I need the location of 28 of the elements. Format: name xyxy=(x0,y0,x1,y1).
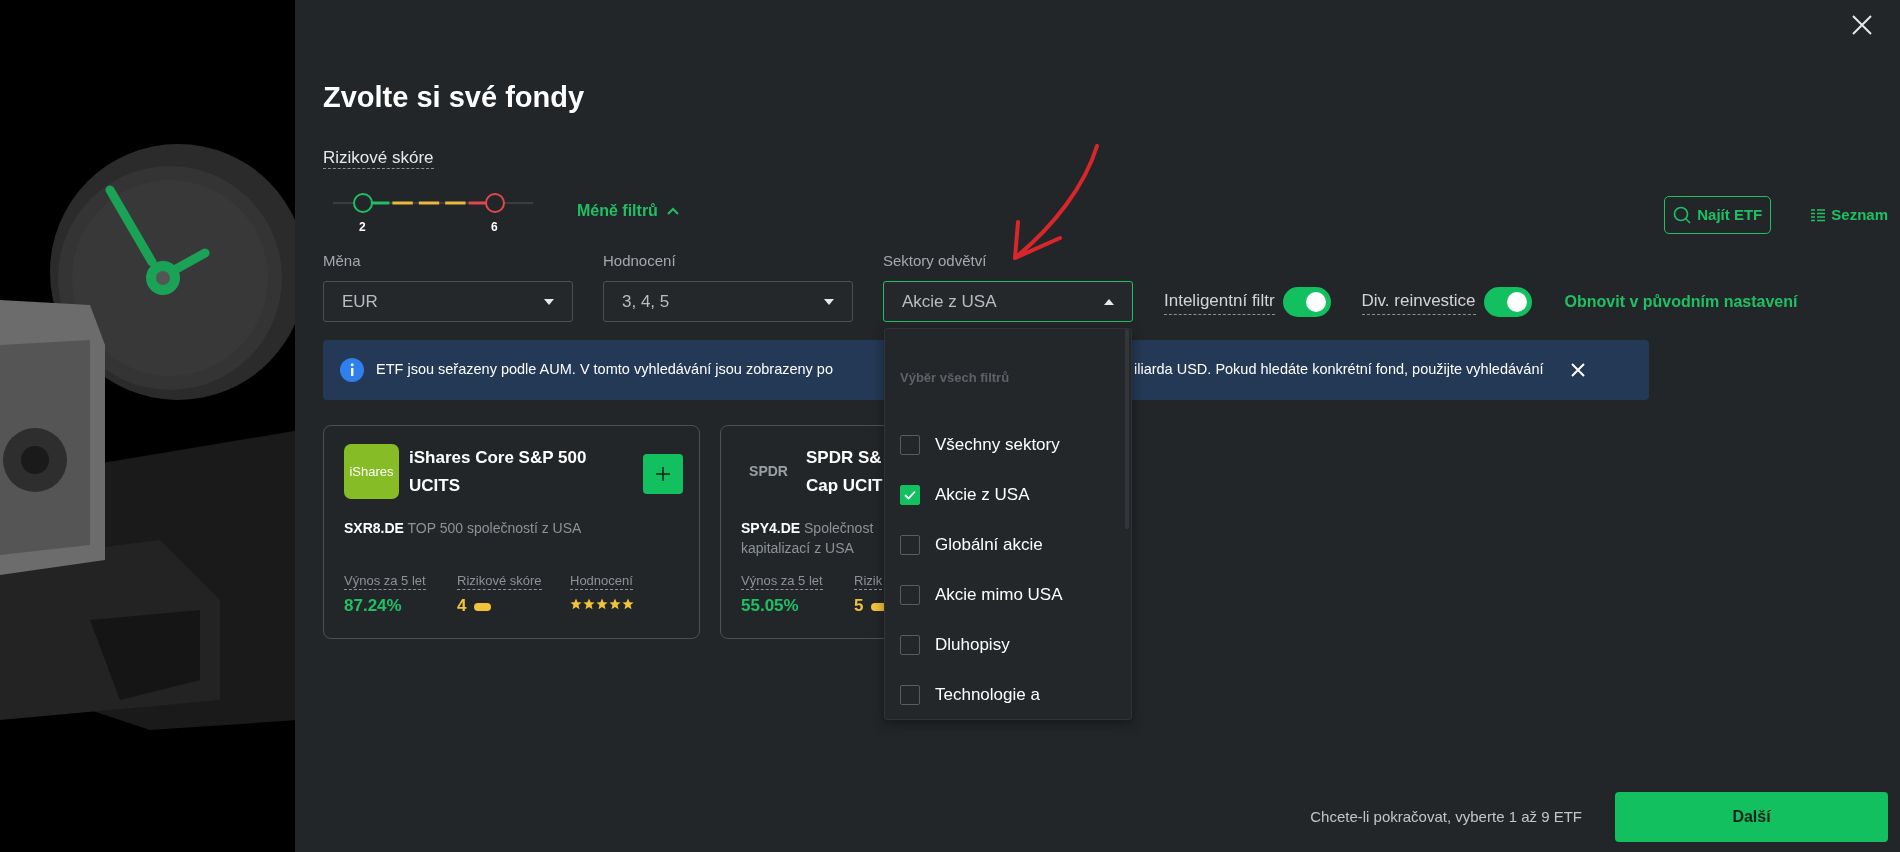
banner-text: iliarda USD. Pokud hledáte konkrétní fond, použijte vyhledávání xyxy=(1134,360,1544,380)
risk-value: 4 xyxy=(457,595,467,617)
risk-value: 5 xyxy=(854,595,864,617)
stat-label: Výnos za 5 let xyxy=(344,573,426,590)
fund-name: SPDR S& Cap UCIT xyxy=(806,447,883,497)
field-label: Měna xyxy=(323,252,362,270)
fund-description: SXR8.DE TOP 500 společností z USA xyxy=(344,519,582,538)
handle-value: 6 xyxy=(491,219,498,236)
field-label: Sektory odvětví xyxy=(883,252,988,270)
switch-label: Inteligentní filtr xyxy=(1164,288,1275,315)
stat-label: Hodnocení xyxy=(570,573,633,590)
stat-label: Rizik xyxy=(854,573,883,590)
filter-label: Rizikové skóre xyxy=(323,148,434,169)
return-value: 87.24% xyxy=(344,595,403,617)
handle-value: 2 xyxy=(359,219,366,236)
fund-logo: iShares xyxy=(344,444,399,499)
switch-label: Div. reinvestice xyxy=(1361,288,1476,315)
footer-hint: Chcete-li pokračovat, vyberte 1 až 9 ETF xyxy=(1310,806,1582,827)
stat-label: Výnos za 5 let xyxy=(741,573,823,590)
return-value: 55.05% xyxy=(741,595,800,617)
fund-name: iShares Core S&P 500 UCITS xyxy=(409,447,588,497)
page-title: Zvolte si své fondy xyxy=(323,80,586,115)
menu-heading: Výběr všech filtrů xyxy=(900,369,1011,387)
fund-logo: SPDR xyxy=(748,462,789,481)
field-label: Hodnocení xyxy=(603,252,677,270)
banner-text: ETF jsou seřazeny podle AUM. V tomto vyhledávání jsou zobrazeny po xyxy=(376,360,834,380)
fund-description: SPY4.DE Společnost kapitalizací z USA xyxy=(741,519,874,558)
stat-label: Rizikové skóre xyxy=(457,573,542,590)
